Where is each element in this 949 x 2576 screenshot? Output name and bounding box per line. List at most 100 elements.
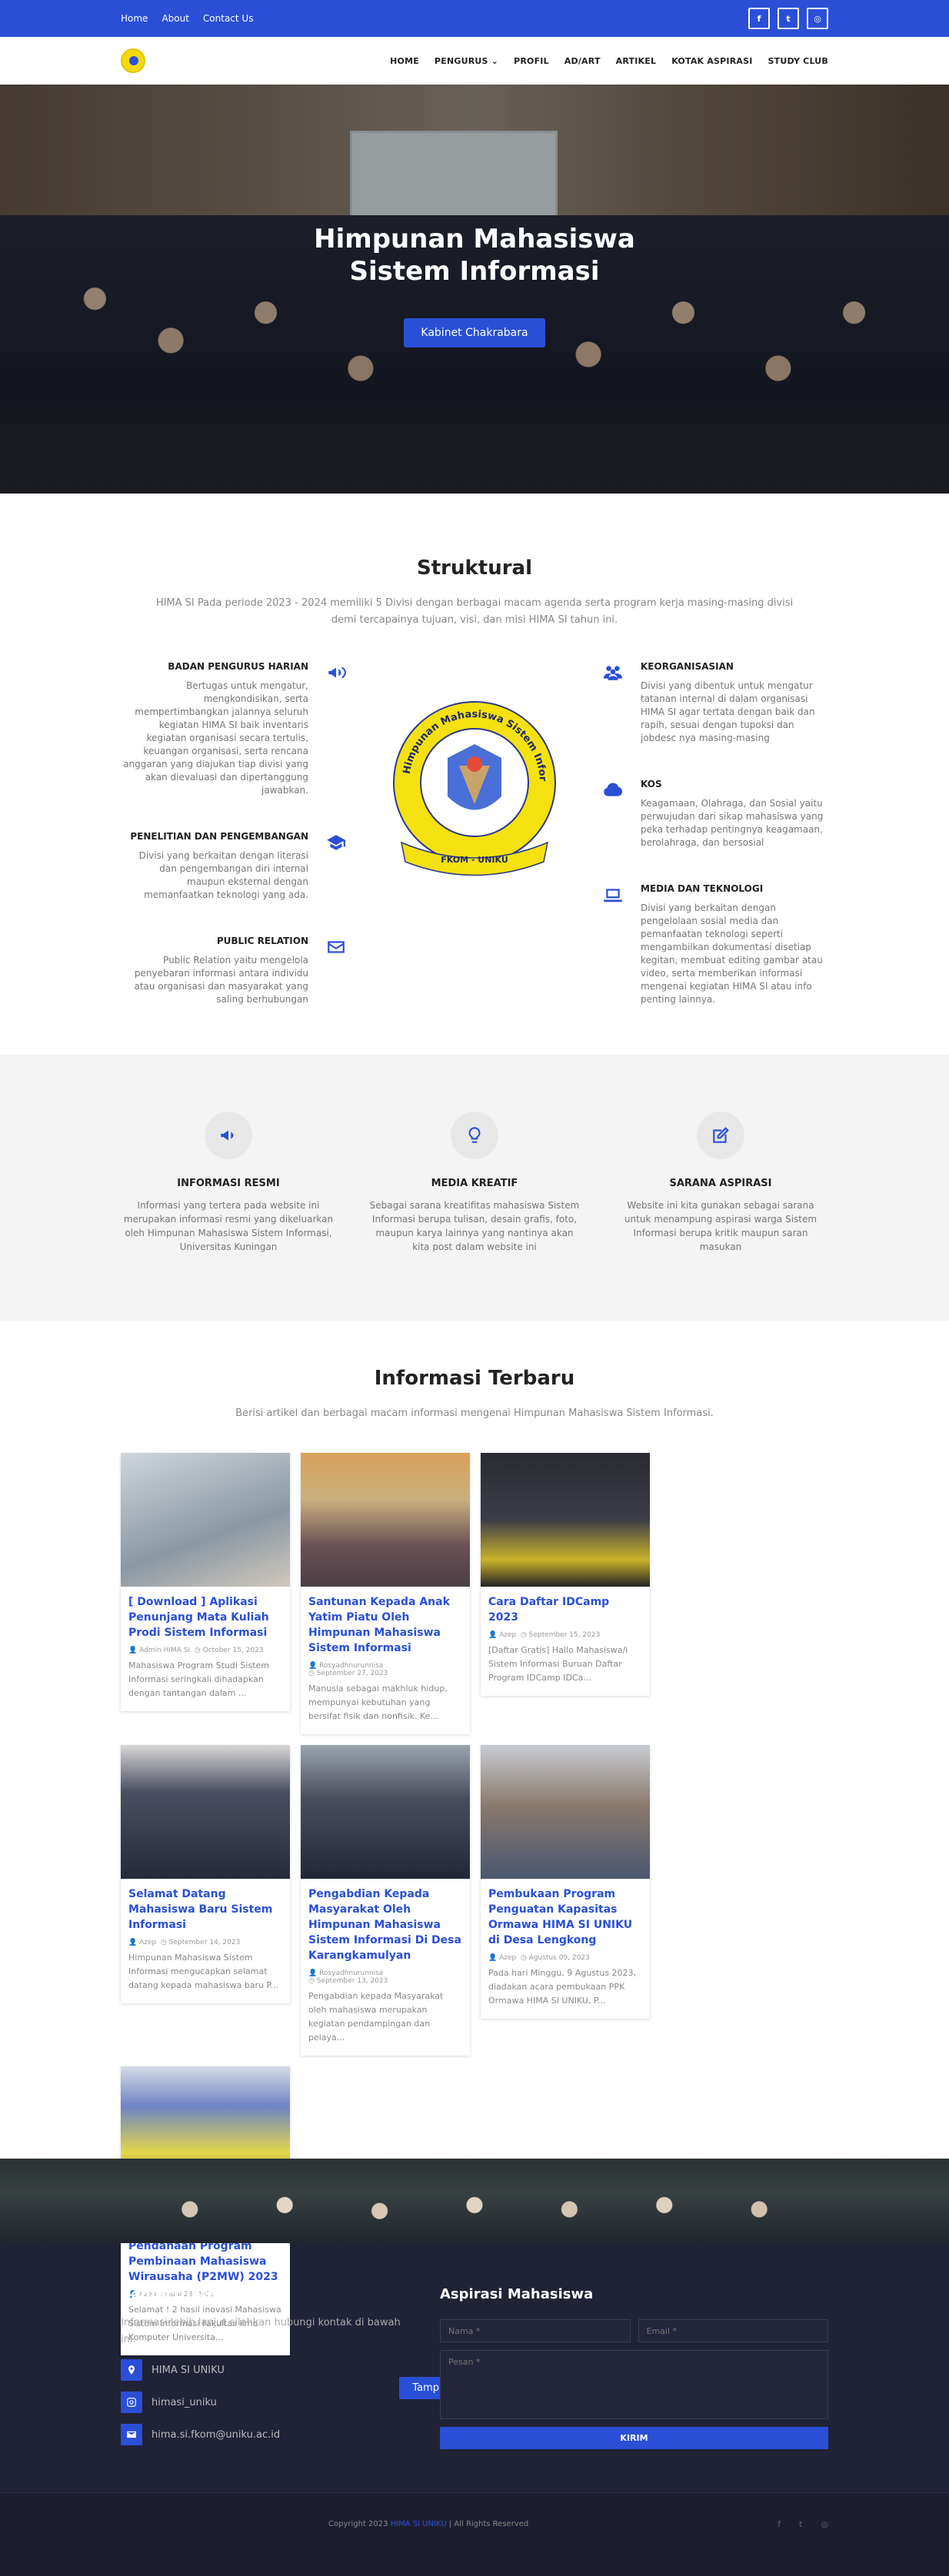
map-marker-icon: [121, 2359, 142, 2381]
division-kos: KOS Keagamaan, Olahraga, dan Sosial yaitu…: [598, 779, 828, 849]
menu-adart[interactable]: AD/ART: [564, 56, 601, 66]
top-link-about[interactable]: About: [161, 13, 188, 24]
article-title[interactable]: Santunan Kepada Anak Yatim Piatu Oleh Hi…: [308, 1594, 462, 1656]
division-litbang: PENELITIAN DAN PENGEMBANGAN Divisi yang b…: [121, 831, 351, 902]
articles-lead: Berisi artikel dan berbagai macam inform…: [235, 1408, 714, 1419]
article-title[interactable]: Cara Daftar IDCamp 2023: [488, 1594, 642, 1625]
article-title[interactable]: Pengabdian Kepada Masyarakat Oleh Himpun…: [308, 1886, 462, 1963]
article-excerpt: Himpunan Mahasiswa Sistem Informasi meng…: [128, 1953, 278, 1990]
twitter-icon[interactable]: t: [799, 2519, 802, 2529]
article-thumbnail[interactable]: [121, 1453, 290, 1587]
navbar: HOME PENGURUS ⌄ PROFIL AD/ART ARTIKEL KO…: [0, 37, 949, 85]
top-bar: Home About Contact Us f t ◎: [0, 0, 949, 37]
article-title[interactable]: Selamat Datang Mahasiswa Baru Sistem Inf…: [128, 1886, 282, 1933]
menu-home[interactable]: HOME: [390, 56, 419, 66]
article-card[interactable]: Pengabdian Kepada Masyarakat Oleh Himpun…: [301, 1745, 470, 2056]
copyright: Copyright 2023 HIMA SI UNIKU | All Right…: [328, 2519, 529, 2528]
graduation-cap-icon: [321, 831, 351, 902]
top-link-contact[interactable]: Contact Us: [203, 13, 254, 24]
aspirasi-form: Aspirasi Mahasiswa Nama * Email * Pesan …: [440, 2286, 828, 2449]
contact-info: Contact Info Informasi lebih lanjut sila…: [121, 2286, 413, 2449]
article-title[interactable]: Pembukaan Program Penguatan Kapasitas Or…: [488, 1886, 642, 1948]
megaphone-icon: [321, 661, 351, 797]
name-input[interactable]: Nama *: [440, 2319, 631, 2342]
article-meta: 👤 Azep ◷ September 14, 2023: [128, 1939, 241, 1946]
edit-icon: [697, 1112, 744, 1159]
article-excerpt: Pada hari Minggu, 9 Agustus 2023, diadak…: [488, 1968, 637, 2006]
article-thumbnail[interactable]: [301, 1745, 470, 1879]
instagram-icon: [121, 2392, 142, 2413]
struktural-title: Struktural: [417, 557, 532, 580]
article-card[interactable]: [ Download ] Aplikasi Penunjang Mata Kul…: [121, 1453, 290, 1711]
cloud-icon: [598, 779, 628, 849]
article-card[interactable]: Cara Daftar IDCamp 2023 👤 Azep ◷ Septemb…: [481, 1453, 650, 1696]
hero: Himpunan Mahasiswa Sistem Informasi Kabi…: [0, 85, 949, 494]
emblem-bottom-text: FKOM - UNIKU: [441, 855, 508, 865]
article-thumbnail[interactable]: [121, 1745, 290, 1879]
division-keorganisasian: KEORGANISASIAN Divisi yang dibentuk untuk…: [598, 661, 828, 745]
struktural-emblem: FKOM - UNIKU Himpunan Mahasiswa Sistem I…: [351, 661, 598, 1040]
menu-pengurus[interactable]: PENGURUS ⌄: [435, 56, 498, 66]
lightbulb-icon: [451, 1112, 498, 1159]
article-thumbnail[interactable]: [301, 1453, 470, 1587]
menu-study-club[interactable]: STUDY CLUB: [768, 56, 829, 66]
article-card[interactable]: Selamat Datang Mahasiswa Baru Sistem Inf…: [121, 1745, 290, 2003]
hero-title: Himpunan Mahasiswa Sistem Informasi: [314, 224, 635, 287]
feature-media-kreatif: MEDIA KREATIF Sebagai sarana kreatifitas…: [367, 1112, 582, 1254]
article-card[interactable]: Pembukaan Program Penguatan Kapasitas Or…: [481, 1745, 650, 2019]
contact-email[interactable]: hima.si.fkom@uniku.ac.id: [121, 2424, 413, 2445]
envelope-icon: [121, 2424, 142, 2445]
footer-socials: f t ◎: [778, 2519, 828, 2529]
article-excerpt: Manusia sebagai makhluk hidup, mempunyai…: [308, 1684, 448, 1721]
email-input[interactable]: Email *: [638, 2319, 828, 2342]
bullhorn-icon: [205, 1112, 252, 1159]
article-meta: 👤 Admin HIMA SI ◷ October 15, 2023: [128, 1647, 264, 1654]
struktural-lead: HIMA SI Pada periode 2023 - 2024 memilik…: [155, 597, 794, 626]
copyright-brand-link[interactable]: HIMA SI UNIKU: [391, 2520, 447, 2528]
hero-content: Himpunan Mahasiswa Sistem Informasi Kabi…: [0, 223, 949, 347]
articles-title: Informasi Terbaru: [374, 1367, 575, 1390]
feature-sarana-aspirasi: SARANA ASPIRASI Website ini kita gunakan…: [613, 1112, 828, 1254]
group-photo-strip: [0, 2159, 949, 2243]
struktural-left: BADAN PENGURUS HARIAN Bertugas untuk meng…: [121, 661, 351, 1040]
site-logo[interactable]: [121, 48, 145, 73]
facebook-icon[interactable]: f: [778, 2519, 781, 2529]
article-meta: 👤 Azep ◷ Agustus 09, 2023: [488, 1954, 590, 1962]
articles-section: Informasi Terbaru Berisi artikel dan ber…: [0, 1321, 949, 2399]
feature-informasi-resmi: INFORMASI RESMI Informasi yang tertera p…: [121, 1112, 336, 1254]
division-bph: BADAN PENGURUS HARIAN Bertugas untuk meng…: [121, 661, 351, 797]
menu-profil[interactable]: PROFIL: [514, 56, 549, 66]
struktural-right: KEORGANISASIAN Divisi yang dibentuk untuk…: [598, 661, 828, 1040]
article-thumbnail[interactable]: [481, 1453, 650, 1587]
contact-title: Contact Info: [121, 2286, 217, 2302]
message-textarea[interactable]: Pesan *: [440, 2350, 828, 2419]
users-icon: [598, 661, 628, 745]
main-menu: HOME PENGURUS ⌄ PROFIL AD/ART ARTIKEL KO…: [390, 56, 828, 66]
article-excerpt: [Daftar Gratis] Hallo Mahasiswa/i Sistem…: [488, 1645, 628, 1683]
hero-button[interactable]: Kabinet Chakrabara: [404, 318, 545, 347]
instagram-icon[interactable]: ◎: [821, 2519, 828, 2529]
contact-text: Informasi lebih lanjut silahkan hubungi …: [121, 2317, 401, 2345]
form-title: Aspirasi Mahasiswa: [440, 2286, 594, 2302]
submit-button[interactable]: KIRIM: [440, 2427, 828, 2449]
article-thumbnail[interactable]: [481, 1745, 650, 1879]
features-section: INFORMASI RESMI Informasi yang tertera p…: [0, 1055, 949, 1321]
struktural-section: Struktural HIMA SI Pada periode 2023 - 2…: [0, 494, 949, 1055]
top-link-home[interactable]: Home: [121, 13, 148, 24]
article-excerpt: Pengabdian kepada Masyarakat oleh mahasi…: [308, 1991, 444, 2043]
article-title[interactable]: [ Download ] Aplikasi Penunjang Mata Kul…: [128, 1594, 282, 1640]
menu-artikel[interactable]: ARTIKEL: [616, 56, 657, 66]
hima-si-emblem: FKOM - UNIKU Himpunan Mahasiswa Sistem I…: [386, 696, 556, 876]
article-meta: 👤 Rosyadhnurunnisa ◷ September 13, 2023: [308, 1969, 388, 1985]
contact-location: HIMA SI UNIKU: [121, 2359, 413, 2381]
menu-kotak-aspirasi[interactable]: KOTAK ASPIRASI: [671, 56, 752, 66]
instagram-icon[interactable]: ◎: [807, 8, 828, 29]
article-card[interactable]: Santunan Kepada Anak Yatim Piatu Oleh Hi…: [301, 1453, 470, 1734]
division-media-teknologi: MEDIA DAN TEKNOLOGI Divisi yang berkaitan…: [598, 883, 828, 1006]
contact-instagram[interactable]: himasi_uniku: [121, 2392, 413, 2413]
top-socials: f t ◎: [748, 8, 828, 29]
envelope-icon: [321, 936, 351, 1006]
facebook-icon[interactable]: f: [748, 8, 770, 29]
twitter-icon[interactable]: t: [778, 8, 799, 29]
article-meta: 👤 Rosyadhnurunnisa ◷ September 27, 2023: [308, 1662, 388, 1677]
